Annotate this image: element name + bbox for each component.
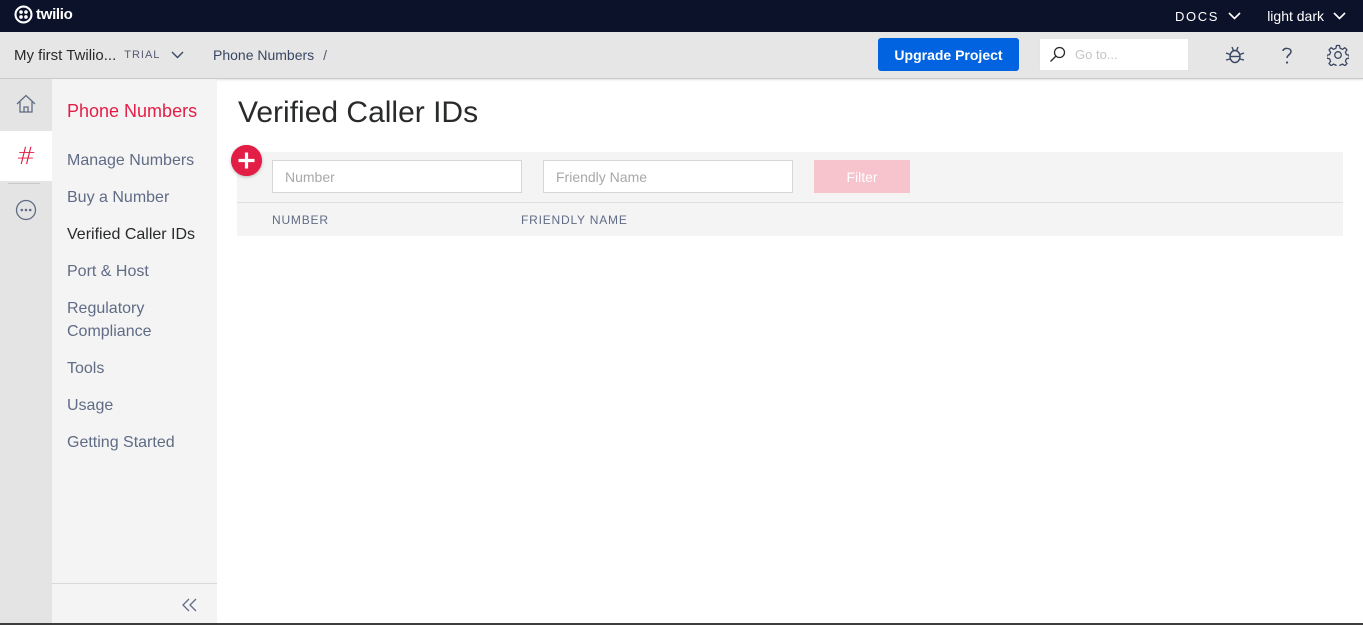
phone-numbers-nav[interactable]: # — [0, 131, 52, 181]
upgrade-project-button[interactable]: Upgrade Project — [878, 38, 1019, 71]
breadcrumb: Phone Numbers / — [213, 32, 327, 78]
filter-button[interactable]: Filter — [814, 160, 910, 193]
sidebar-item-verified-caller-ids[interactable]: Verified Caller IDs — [67, 223, 212, 246]
add-caller-id-button[interactable] — [231, 145, 262, 176]
sidebar-item-tools[interactable]: Tools — [67, 357, 212, 380]
column-header-number[interactable]: NUMBER — [272, 213, 329, 227]
chevron-down-icon — [1228, 12, 1241, 20]
gear-icon[interactable] — [1327, 44, 1349, 66]
project-bar: My first Twilio... TRIAL Phone Numbers /… — [0, 32, 1363, 79]
page-title: Verified Caller IDs — [238, 96, 479, 129]
chevron-down-icon — [1333, 12, 1346, 20]
home-icon — [16, 94, 36, 113]
table-header: NUMBER FRIENDLY NAME — [237, 203, 1343, 236]
column-header-friendly-name[interactable]: FRIENDLY NAME — [521, 213, 628, 227]
sidebar-title[interactable]: Phone Numbers — [67, 101, 197, 122]
project-name: My first Twilio... — [14, 46, 117, 64]
collapse-sidebar-icon[interactable] — [181, 596, 199, 614]
docs-label: DOCS — [1175, 8, 1219, 24]
home-nav[interactable] — [0, 79, 52, 129]
filter-bar: Filter — [237, 152, 1343, 203]
number-filter-input[interactable] — [272, 160, 522, 193]
logo-text: twilio — [36, 6, 73, 23]
project-switcher[interactable]: My first Twilio... TRIAL — [14, 32, 184, 78]
twilio-logo-icon — [14, 5, 33, 24]
friendly-name-filter-input[interactable] — [543, 160, 793, 193]
sidebar-item-port-and-host[interactable]: Port & Host — [67, 260, 212, 283]
chevron-down-icon — [171, 51, 184, 59]
phone-numbers-hash-icon: # — [15, 142, 37, 170]
goto-input[interactable] — [1073, 46, 1177, 63]
sidebar-footer — [52, 583, 217, 626]
sidebar-item-buy-a-number[interactable]: Buy a Number — [67, 186, 212, 209]
search-icon — [1050, 46, 1066, 62]
bug-icon[interactable] — [1224, 44, 1246, 66]
top-bar: twilio DOCS light dark — [0, 0, 1363, 32]
rail-divider — [8, 183, 40, 184]
help-icon[interactable] — [1276, 44, 1298, 66]
theme-menu[interactable]: light dark — [1267, 0, 1346, 32]
sidebar: Phone Numbers Manage Numbers Buy a Numbe… — [52, 79, 217, 625]
more-nav[interactable] — [0, 185, 52, 235]
theme-label: light dark — [1267, 8, 1324, 24]
product-rail: # — [0, 79, 52, 625]
more-icon — [15, 199, 37, 221]
twilio-logo[interactable]: twilio — [14, 5, 73, 24]
breadcrumb-phone-numbers[interactable]: Phone Numbers — [213, 47, 314, 63]
goto-search[interactable] — [1039, 38, 1189, 71]
sidebar-item-manage-numbers[interactable]: Manage Numbers — [67, 149, 212, 172]
sidebar-item-getting-started[interactable]: Getting Started — [67, 431, 212, 454]
sidebar-item-regulatory-compliance[interactable]: Regulatory Compliance — [67, 297, 177, 343]
sidebar-item-usage[interactable]: Usage — [67, 394, 212, 417]
trial-badge: TRIAL — [124, 49, 161, 61]
breadcrumb-separator: / — [323, 47, 328, 63]
docs-menu[interactable]: DOCS — [1175, 0, 1241, 32]
